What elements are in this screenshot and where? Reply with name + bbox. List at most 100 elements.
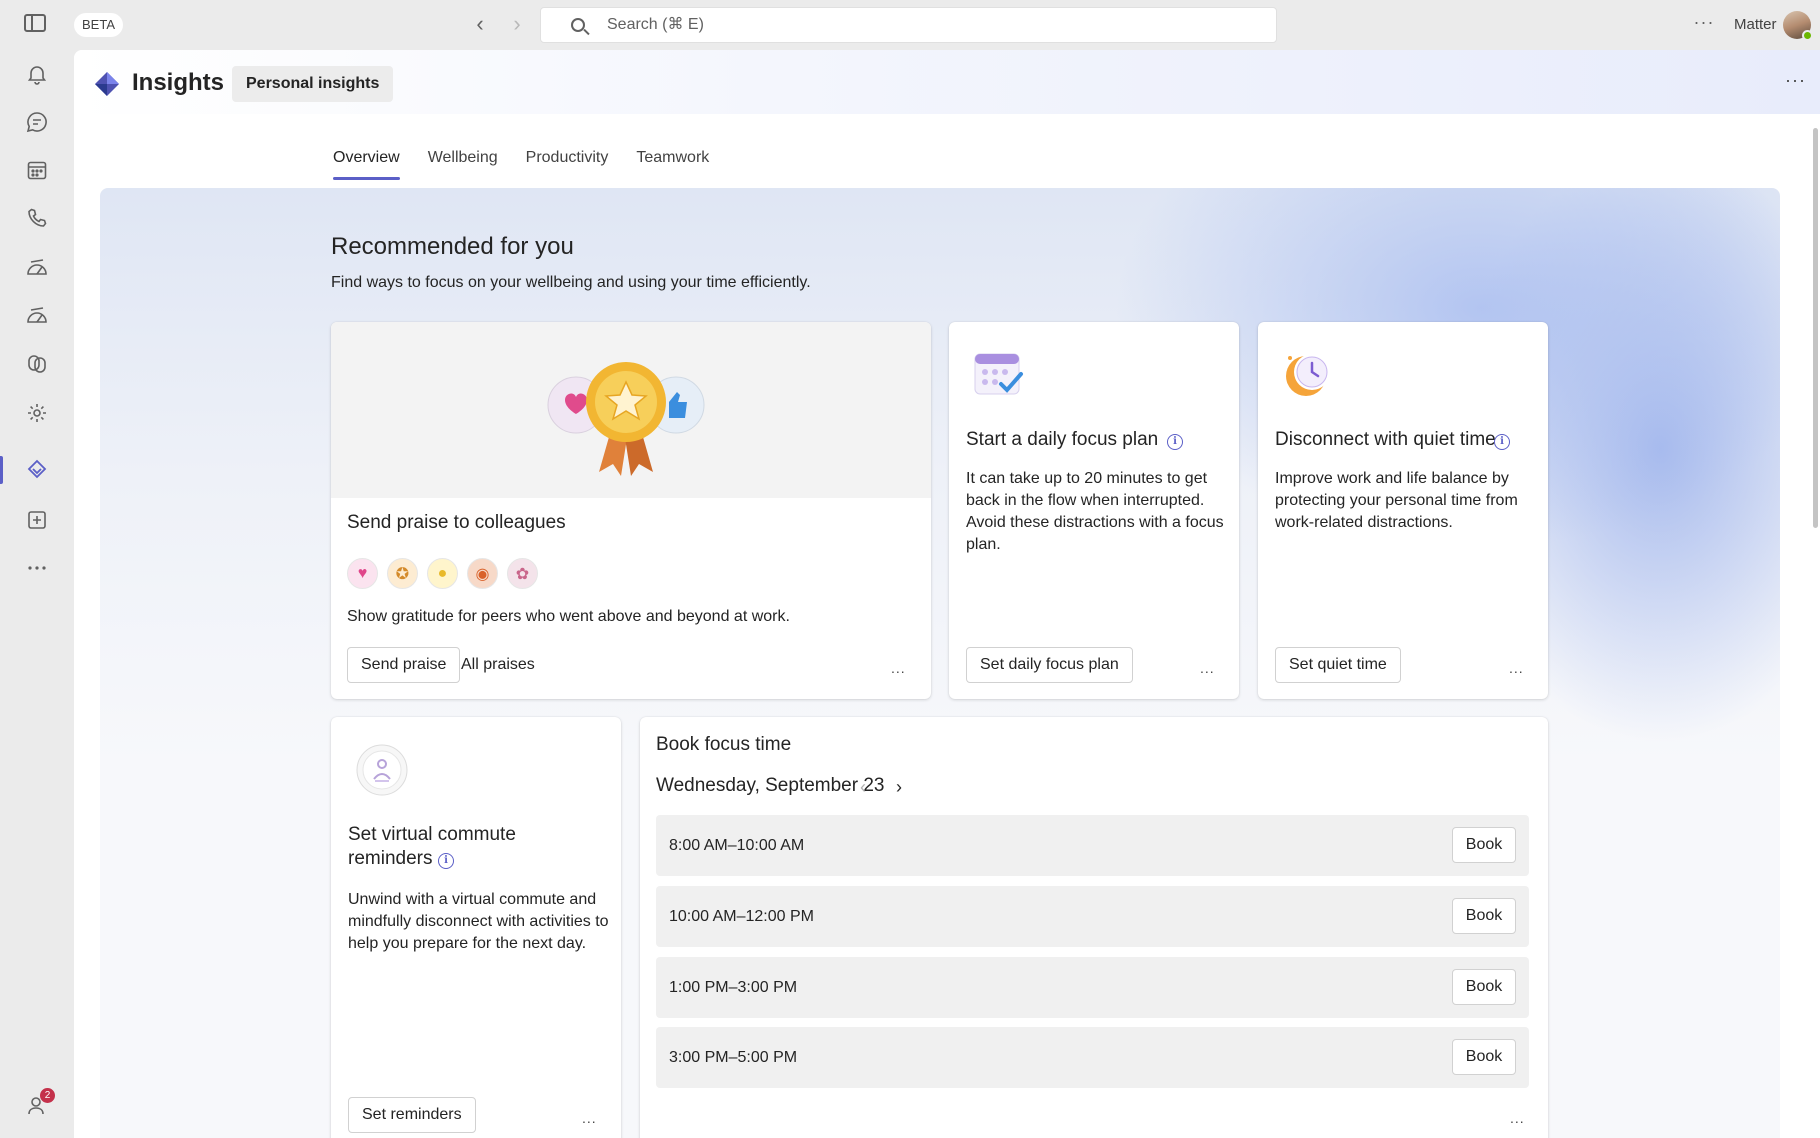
praise-illustration (331, 322, 931, 498)
insights-logo-icon (95, 72, 119, 96)
notification-badge: 2 (40, 1088, 55, 1103)
quiet-time-body: Improve work and life balance by protect… (1275, 470, 1518, 531)
section-title: Recommended for you (331, 233, 574, 260)
commute-more-icon[interactable]: ... (582, 1110, 597, 1126)
slot-time: 1:00 PM–3:00 PM (669, 979, 798, 996)
focus-plan-body: It can take up to 20 minutes to get back… (966, 470, 1224, 553)
more-icon (28, 566, 46, 570)
beta-badge: BETA (74, 13, 123, 37)
rail-calendar[interactable] (0, 146, 74, 194)
commute-card: Set virtual commute reminders i Unwind w… (331, 717, 621, 1138)
add-app-icon (28, 511, 46, 529)
forward-arrow-icon[interactable]: › (505, 11, 529, 37)
rail-app-3[interactable] (0, 340, 74, 388)
tab-teamwork[interactable]: Teamwork (636, 146, 709, 170)
send-praise-button[interactable]: Send praise (347, 647, 461, 683)
slot-time: 8:00 AM–10:00 AM (669, 837, 805, 854)
praise-card-title: Send praise to colleagues (347, 512, 566, 533)
focus-plan-more-icon[interactable]: ... (1200, 660, 1215, 676)
search-input[interactable]: Search (⌘ E) (540, 7, 1277, 43)
rail-people[interactable]: 2 (0, 1082, 74, 1130)
scrollbar[interactable] (1813, 128, 1818, 528)
book-focus-title: Book focus time (656, 734, 792, 755)
gauge-icon (27, 259, 47, 275)
focus-plan-title: Start a daily focus plan (966, 429, 1159, 450)
commute-body: Unwind with a virtual commute and mindfu… (348, 891, 609, 952)
previous-day-icon[interactable]: ‹ (860, 775, 866, 799)
quiet-time-title: Disconnect with quiet time (1275, 429, 1496, 450)
app-rail: 2 (0, 50, 74, 1138)
bell-icon (27, 66, 47, 85)
praise-more-icon[interactable]: ... (891, 660, 906, 676)
tab-productivity[interactable]: Productivity (526, 146, 609, 170)
page-title: Insights (132, 69, 225, 96)
chat-icon (26, 112, 47, 133)
back-arrow-icon[interactable]: ‹ (468, 11, 492, 37)
info-icon[interactable]: i (1167, 434, 1183, 450)
rail-app-4[interactable] (0, 389, 74, 437)
main-content: Insights Personal insights ··· Overview … (74, 50, 1820, 1138)
rail-app-2[interactable] (0, 292, 74, 340)
rail-insights[interactable] (0, 446, 74, 494)
medal-badge-icon[interactable]: ✪ (387, 558, 418, 589)
gear-app-icon (28, 404, 46, 422)
praise-card-body: Show gratitude for peers who went above … (347, 608, 790, 625)
info-icon[interactable]: i (438, 853, 454, 869)
rail-chat[interactable] (0, 98, 74, 146)
rail-app-1[interactable] (0, 244, 74, 292)
info-icon[interactable]: i (1494, 434, 1510, 450)
focus-plan-calendar-icon (974, 353, 1023, 395)
list-item: 3:00 PM–5:00 PM Book (656, 1027, 1529, 1088)
search-icon (571, 18, 585, 32)
basketball-badge-icon[interactable]: ◉ (467, 558, 498, 589)
section-subtitle: Find ways to focus on your wellbeing and… (331, 274, 811, 291)
set-quiet-time-button[interactable]: Set quiet time (1275, 647, 1401, 683)
all-praises-button[interactable]: All praises (461, 647, 535, 683)
date-label: Wednesday, September 23 (656, 775, 885, 796)
tab-overview[interactable]: Overview (333, 146, 400, 180)
loop-icon (28, 355, 46, 373)
insights-icon (27, 459, 47, 479)
praise-card: Send praise to colleagues ♥ ✪ ● ◉ ✿ Show… (331, 322, 931, 699)
book-button[interactable]: Book (1452, 827, 1516, 863)
book-button[interactable]: Book (1452, 898, 1516, 934)
commute-title-line-2: reminders (348, 848, 433, 869)
phone-icon (28, 208, 47, 227)
list-item: 1:00 PM–3:00 PM Book (656, 957, 1529, 1018)
more-options-icon[interactable]: ··· (1692, 11, 1716, 37)
rail-add-apps[interactable] (0, 496, 74, 544)
presence-status-icon (1802, 30, 1813, 41)
list-item: 8:00 AM–10:00 AM Book (656, 815, 1529, 876)
book-button[interactable]: Book (1452, 1039, 1516, 1075)
next-day-icon[interactable]: › (896, 775, 902, 799)
calendar-icon (27, 161, 47, 180)
palette-badge-icon[interactable]: ✿ (507, 558, 538, 589)
sidebar-toggle-icon[interactable] (24, 14, 46, 32)
title-bar: BETA ‹ › Search (⌘ E) ··· Matter (0, 0, 1820, 50)
app-header: Insights Personal insights ··· (74, 50, 1820, 114)
rail-activity[interactable] (0, 50, 74, 98)
tab-wellbeing[interactable]: Wellbeing (428, 146, 498, 170)
search-placeholder: Search (⌘ E) (607, 16, 704, 33)
commute-title-line-1: Set virtual commute (348, 824, 516, 845)
focus-plan-card: Start a daily focus plan i It can take u… (949, 322, 1239, 699)
tab-personal-insights[interactable]: Personal insights (232, 66, 394, 102)
org-name[interactable]: Matter (1734, 0, 1777, 50)
quiet-time-card: Disconnect with quiet time i Improve wor… (1258, 322, 1548, 699)
book-button[interactable]: Book (1452, 969, 1516, 1005)
book-focus-more-icon[interactable]: ... (1510, 1110, 1525, 1126)
heart-badge-icon[interactable]: ♥ (347, 558, 378, 589)
set-reminders-button[interactable]: Set reminders (348, 1097, 476, 1133)
list-item: 10:00 AM–12:00 PM Book (656, 886, 1529, 947)
book-focus-card: Book focus time Wednesday, September 23 … (640, 717, 1548, 1138)
app-more-icon[interactable]: ··· (1785, 70, 1806, 91)
quiet-time-more-icon[interactable]: ... (1509, 660, 1524, 676)
lightbulb-badge-icon[interactable]: ● (427, 558, 458, 589)
slot-time: 10:00 AM–12:00 PM (669, 908, 814, 925)
moon-clock-icon (1286, 354, 1330, 396)
rail-more-apps[interactable] (0, 544, 74, 592)
commute-icon (356, 744, 408, 796)
award-ribbon-icon (547, 362, 705, 476)
rail-calls[interactable] (0, 194, 74, 242)
set-daily-focus-plan-button[interactable]: Set daily focus plan (966, 647, 1133, 683)
